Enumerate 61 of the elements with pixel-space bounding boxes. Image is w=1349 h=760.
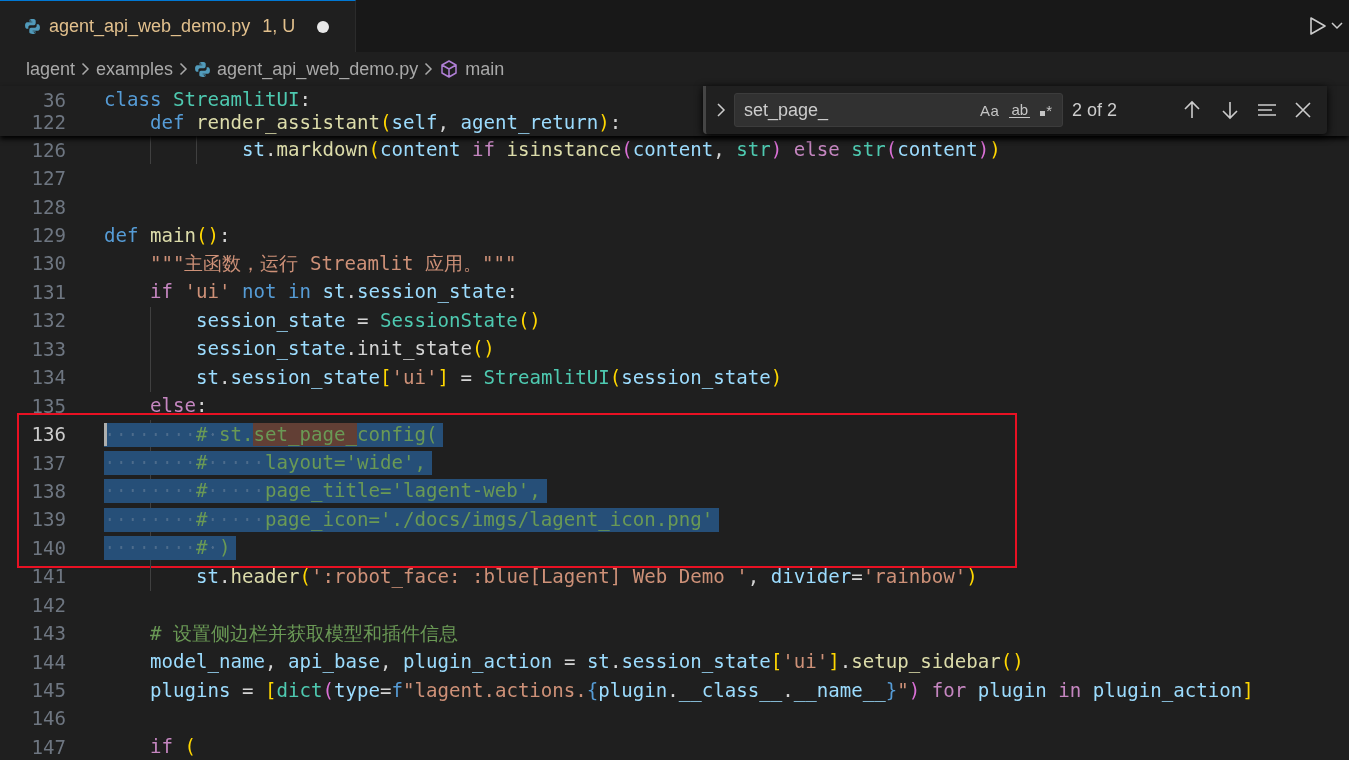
breadcrumb-item[interactable]: agent_api_web_demo.py [217, 58, 419, 80]
code-line: st.header(':robot_face: :blue[Lagent] Web Demo ', divider='rainbow') [194, 564, 978, 589]
line-number: 138 [30, 479, 66, 503]
code-line: st.markdown(content if isinstance(content, str) else str(content)) [240, 138, 1001, 163]
code-line: session_state = SessionState() [194, 308, 541, 333]
breadcrumb-item[interactable]: lagent [26, 58, 76, 80]
code-line: plugins = [dict(type=f"lagent.actions.{plugin.__class__.__name__}") for plugin in plugin_action] [149, 678, 1254, 703]
chevron-right-icon [424, 62, 434, 76]
line-number: 141 [30, 565, 66, 589]
line-number: 139 [30, 508, 66, 532]
chevron-right-icon[interactable] [716, 102, 726, 118]
line-number: 137 [30, 451, 66, 475]
line-number: 128 [30, 195, 66, 219]
run-icon[interactable] [1309, 16, 1327, 36]
line-number: 146 [30, 707, 66, 731]
line-number: 133 [30, 337, 66, 361]
line-number: 36 [42, 88, 66, 112]
code-line: else: [149, 394, 208, 419]
line-number: 147 [30, 735, 66, 759]
line-number: 144 [30, 650, 66, 674]
line-number: 132 [30, 309, 66, 333]
close-icon[interactable] [1293, 100, 1313, 120]
breadcrumb-item[interactable]: main [465, 58, 505, 80]
code-line: st.session_state['ui'] = StreamlitUI(session_state) [194, 365, 783, 390]
line-number: 122 [30, 111, 66, 135]
python-icon [194, 60, 212, 78]
code-line: class StreamlitUI: [104, 88, 311, 113]
code-line: if 'ui' not in st.session_state: [149, 280, 518, 305]
code-line: """主函数，运行 Streamlit 应用。""" [149, 251, 517, 276]
editor-tab[interactable]: agent_api_web_demo.py 1, U [0, 0, 357, 52]
match-count: 2 of 2 [1072, 99, 1118, 121]
line-number: 140 [30, 536, 66, 560]
search-option-toggle[interactable]: Aa [976, 99, 1004, 121]
line-number: 130 [30, 252, 66, 276]
arrow-up-icon[interactable] [1182, 100, 1202, 120]
code-line: model_name, api_base, plugin_action = st.session_state['ui'].setup_sidebar() [149, 650, 1024, 675]
line-number: 143 [30, 622, 66, 646]
code-line: session_state.init_state() [194, 337, 495, 362]
line-number: 136 [30, 423, 66, 447]
code-line: # 设置侧边栏并获取模型和插件信息 [149, 621, 458, 646]
code-line: def render_assistant(self, agent_return): [149, 110, 622, 135]
chevron-right-icon [81, 62, 91, 76]
breadcrumb-item[interactable]: examples [96, 58, 174, 80]
line-number: 142 [30, 593, 66, 617]
code-line: def main(): [104, 223, 231, 248]
line-number: 129 [30, 224, 66, 248]
search-option-toggle[interactable]: * [1036, 99, 1056, 121]
line-number: 127 [30, 167, 66, 191]
line-number: 145 [30, 679, 66, 703]
line-number: 131 [30, 280, 66, 304]
chevron-down-icon[interactable] [1331, 22, 1343, 30]
arrow-down-icon[interactable] [1220, 100, 1240, 120]
code-line: if ( [149, 735, 196, 760]
line-number: 126 [30, 138, 66, 162]
python-icon [24, 18, 41, 35]
search-option-toggle[interactable]: ab [1005, 100, 1035, 120]
find-field[interactable]: set_page_ Aa ab * [734, 93, 1063, 127]
cube-icon [439, 59, 460, 79]
line-number: 134 [30, 366, 66, 390]
line-number: 135 [30, 394, 66, 418]
chevron-right-icon [179, 62, 189, 76]
